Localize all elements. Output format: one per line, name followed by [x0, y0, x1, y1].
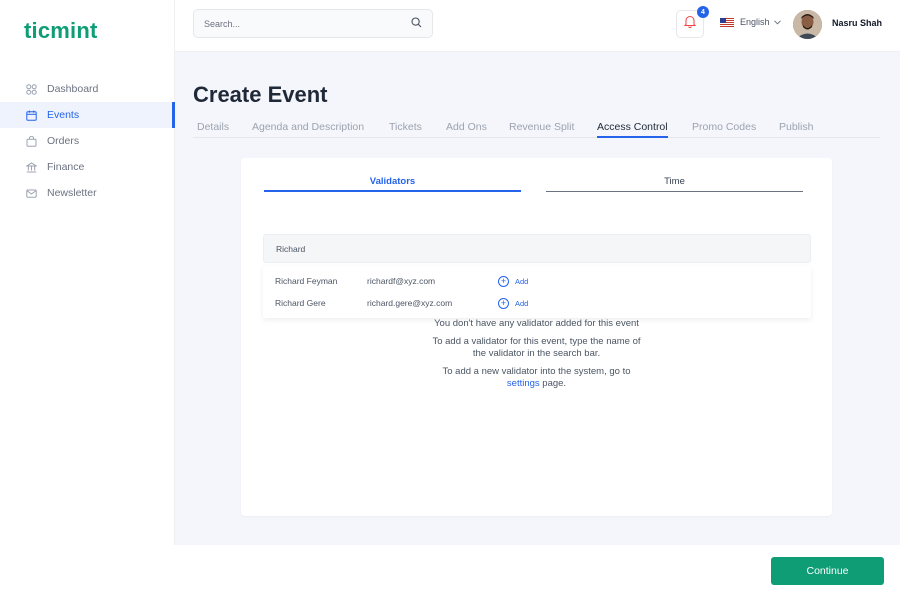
empty-state-instruction: To add a validator for this event, type …: [241, 336, 832, 360]
search-icon: [411, 17, 422, 30]
bag-icon: [25, 135, 37, 147]
sidebar-nav: Dashboard Events Orders Finance Newslett…: [0, 76, 175, 206]
instruction-line: the validator in the search bar.: [472, 348, 601, 359]
empty-state-heading: You don't have any validator added for t…: [434, 318, 639, 329]
plus-circle-icon: +: [498, 275, 509, 287]
add-validator-button[interactable]: + Add: [498, 275, 529, 287]
footer-bar: [0, 545, 900, 592]
search-placeholder: Search...: [204, 18, 241, 29]
validator-search-results: Richard Feyman richardf@xyz.com + Add Ri…: [263, 266, 811, 318]
list-item: Richard Feyman richardf@xyz.com + Add: [263, 270, 811, 292]
ticmint-logo[interactable]: ticmint: [24, 18, 98, 44]
tab-publish[interactable]: Publish: [779, 121, 813, 133]
tab-details[interactable]: Details: [197, 121, 229, 133]
page-title: Create Event: [193, 82, 328, 107]
plus-circle-icon: +: [498, 297, 509, 309]
validator-search-input[interactable]: Richard: [263, 234, 811, 263]
settings-hint-suffix: page.: [539, 378, 567, 389]
event-tabs: Details Agenda and Description Tickets A…: [193, 120, 880, 138]
sidebar-item-finance[interactable]: Finance: [0, 154, 175, 180]
avatar[interactable]: [793, 10, 822, 39]
language-selector[interactable]: English: [720, 17, 781, 27]
sidebar-item-label: Events: [47, 109, 80, 121]
search-input[interactable]: Search...: [193, 9, 433, 38]
mail-icon: [25, 187, 37, 199]
sidebar-item-label: Finance: [47, 161, 85, 173]
main-content: Create Event Details Agenda and Descript…: [175, 52, 900, 545]
validator-name: Richard Feyman: [275, 276, 338, 286]
bank-icon: [25, 161, 37, 173]
sidebar-item-label: Dashboard: [47, 83, 99, 95]
sidebar-item-newsletter[interactable]: Newsletter: [0, 180, 175, 206]
sidebar-item-orders[interactable]: Orders: [0, 128, 175, 154]
bell-icon: [683, 15, 697, 33]
sidebar-item-label: Orders: [47, 135, 80, 147]
user-name[interactable]: Nasru Shah: [832, 18, 882, 28]
tab-promo-codes[interactable]: Promo Codes: [692, 121, 756, 133]
validator-name: Richard Gere: [275, 298, 326, 308]
settings-link[interactable]: settings: [507, 378, 540, 389]
us-flag-icon: [720, 17, 734, 27]
settings-hint-line: settings page.: [241, 378, 832, 390]
sidebar-item-label: Newsletter: [47, 187, 97, 199]
sidebar-item-dashboard[interactable]: Dashboard: [0, 76, 175, 102]
sidebar: ticmint Dashboard Events Orders Finance: [0, 0, 175, 592]
tab-agenda-and-description[interactable]: Agenda and Description: [252, 121, 364, 133]
notification-count-badge: 4: [697, 6, 709, 18]
add-validator-button[interactable]: + Add: [498, 297, 529, 309]
validator-email: richard.gere@xyz.com: [367, 298, 453, 308]
subtab-validators[interactable]: Validators: [264, 176, 521, 192]
chevron-down-icon: [773, 17, 781, 27]
calendar-icon: [25, 109, 37, 121]
tab-access-control[interactable]: Access Control: [597, 121, 668, 138]
access-control-card: Validators Time Richard Richard Feyman r…: [241, 158, 832, 516]
tab-add-ons[interactable]: Add Ons: [446, 121, 487, 133]
empty-state-settings-hint: To add a new validator into the system, …: [241, 366, 832, 390]
language-label: English: [740, 17, 770, 27]
grid-icon: [25, 83, 37, 95]
sidebar-item-events[interactable]: Events: [0, 102, 175, 128]
settings-hint-line: To add a new validator into the system, …: [442, 366, 631, 377]
tab-revenue-split[interactable]: Revenue Split: [509, 121, 574, 133]
list-item: Richard Gere richard.gere@xyz.com + Add: [263, 292, 811, 314]
add-label: Add: [515, 276, 529, 286]
top-header: Search... 4 English Nasru Shah: [175, 0, 900, 52]
tab-tickets[interactable]: Tickets: [389, 121, 422, 133]
validator-email: richardf@xyz.com: [367, 276, 436, 286]
subtab-time[interactable]: Time: [546, 176, 803, 192]
continue-button[interactable]: Continue: [771, 557, 884, 585]
add-label: Add: [515, 298, 529, 308]
instruction-line: To add a validator for this event, type …: [432, 336, 641, 347]
